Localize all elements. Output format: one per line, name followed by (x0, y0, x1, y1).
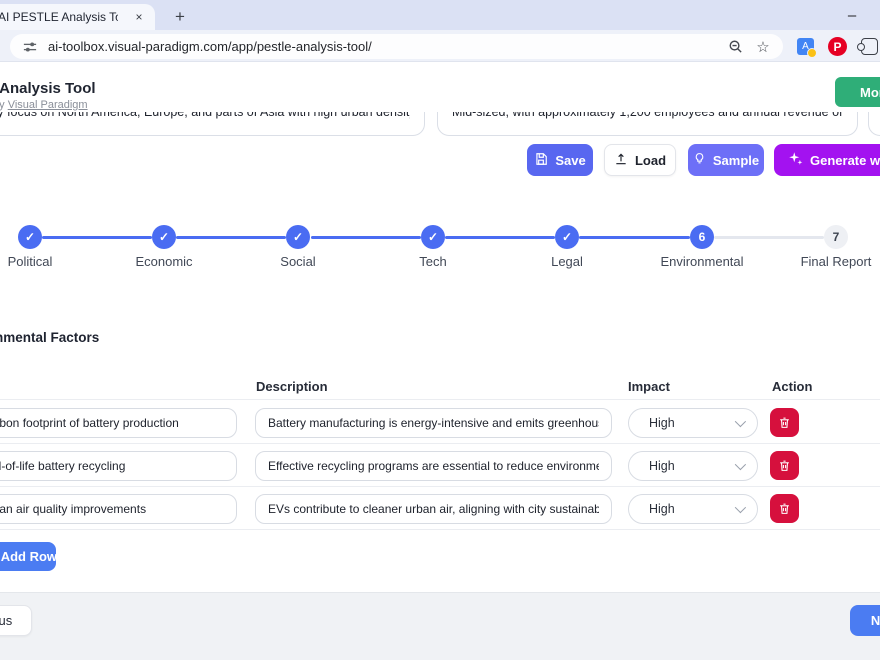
load-button[interactable]: Load (604, 144, 676, 176)
table-divider (0, 486, 880, 487)
step-label-environmental: Environmental (637, 254, 767, 269)
step-legal-circle[interactable]: ✓ (555, 225, 579, 249)
table-divider (0, 399, 880, 400)
footer-bar (0, 592, 880, 660)
window-minimize-icon[interactable]: – (838, 4, 866, 26)
step-connector (445, 236, 555, 239)
load-label: Load (635, 153, 666, 168)
new-tab-icon[interactable]: + (168, 5, 192, 29)
section-title: Environmental Factors (0, 330, 99, 345)
save-icon (534, 152, 548, 169)
next-button[interactable]: Next (850, 605, 880, 636)
impact-value: High (649, 502, 675, 516)
step-economic-circle[interactable]: ✓ (152, 225, 176, 249)
impact-value: High (649, 459, 675, 473)
step-connector (579, 236, 690, 239)
delete-row-button[interactable] (770, 408, 799, 437)
tab-close-icon[interactable]: × (130, 8, 148, 26)
step-label-legal: Legal (502, 254, 632, 269)
chevron-down-icon (735, 502, 746, 513)
description-input[interactable] (255, 451, 612, 481)
step-label-final-report: Final Report (771, 254, 880, 269)
tab-title: AI PESTLE Analysis Tool - B (0, 10, 118, 24)
bookmark-star-icon[interactable]: ☆ (753, 37, 773, 57)
impact-value: High (649, 416, 675, 430)
step-connector (714, 236, 824, 239)
factor-input[interactable] (0, 451, 237, 481)
site-settings-icon[interactable] (20, 37, 40, 57)
step-label-political: Political (0, 254, 95, 269)
byline-prefix: by (0, 99, 8, 111)
impact-select[interactable]: High (628, 408, 758, 438)
impact-select[interactable]: High (628, 494, 758, 524)
translate-extension-icon[interactable]: A (797, 38, 814, 55)
more-tools-button[interactable]: More AI Tools (835, 77, 880, 107)
byline: by Visual Paradigm (0, 99, 88, 111)
save-button[interactable]: Save (527, 144, 593, 176)
factor-input[interactable] (0, 494, 237, 524)
upload-icon (614, 152, 628, 169)
step-connector (42, 236, 152, 239)
impact-select[interactable]: High (628, 451, 758, 481)
app-header (0, 62, 880, 112)
trash-icon (778, 416, 791, 429)
app-window: AI PESTLE Analysis Tool - B × + – ↻ ai-t… (0, 0, 880, 660)
sample-button[interactable]: Sample (688, 144, 764, 176)
trash-icon (778, 502, 791, 515)
translate-badge (807, 48, 817, 58)
step-environmental-circle[interactable]: 6 (690, 225, 714, 249)
add-row-button[interactable]: + Add Row (0, 542, 56, 571)
step-connector (176, 236, 286, 239)
factor-input[interactable] (0, 408, 237, 438)
address-bar[interactable]: ai-toolbox.visual-paradigm.com/app/pestl… (10, 34, 783, 59)
step-social-circle[interactable]: ✓ (286, 225, 310, 249)
step-political-circle[interactable]: ✓ (18, 225, 42, 249)
col-header-description: Description (256, 379, 328, 394)
previous-button[interactable]: Previous (0, 605, 32, 636)
description-input[interactable] (255, 408, 612, 438)
step-connector (311, 236, 421, 239)
chevron-down-icon (735, 459, 746, 470)
pinterest-extension-icon[interactable]: P (828, 37, 847, 56)
visual-paradigm-link[interactable]: Visual Paradigm (8, 99, 88, 111)
step-label-social: Social (233, 254, 363, 269)
url-text[interactable]: ai-toolbox.visual-paradigm.com/app/pestl… (48, 39, 717, 54)
chevron-down-icon (735, 416, 746, 427)
step-label-tech: Tech (368, 254, 498, 269)
col-header-action: Action (772, 379, 812, 394)
extensions-icon[interactable] (861, 38, 878, 55)
table-divider (0, 443, 880, 444)
generate-label: Generate with AI (810, 153, 880, 168)
reload-icon[interactable]: ↻ (0, 37, 1, 55)
delete-row-button[interactable] (770, 451, 799, 480)
sample-label: Sample (713, 153, 759, 168)
table-divider (0, 529, 880, 530)
page-title: AI PESTLE Analysis Tool (0, 80, 96, 97)
zoom-out-icon[interactable] (725, 37, 745, 57)
delete-row-button[interactable] (770, 494, 799, 523)
step-tech-circle[interactable]: ✓ (421, 225, 445, 249)
col-header-impact: Impact (628, 379, 670, 394)
step-final-report-circle[interactable]: 7 (824, 225, 848, 249)
description-input[interactable] (255, 494, 612, 524)
lightbulb-icon (693, 152, 706, 168)
generate-with-ai-button[interactable]: Generate with AI (774, 144, 880, 176)
save-label: Save (555, 153, 585, 168)
trash-icon (778, 459, 791, 472)
step-label-economic: Economic (99, 254, 229, 269)
sparkles-icon (788, 151, 803, 169)
